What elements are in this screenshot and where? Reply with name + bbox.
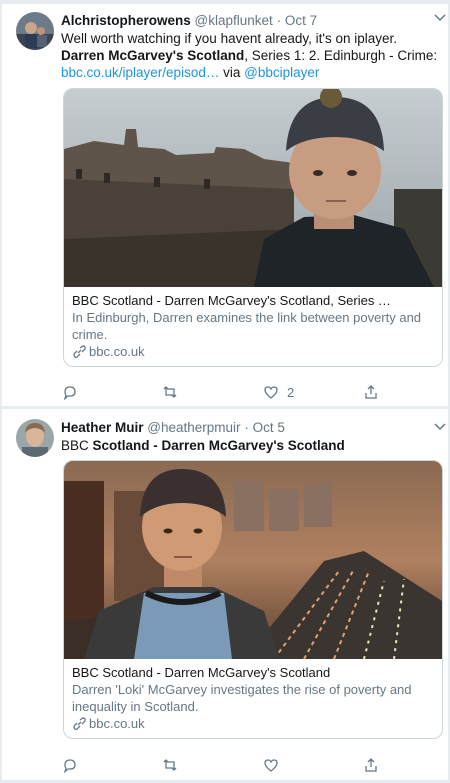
- card-description: Darren 'Loki' McGarvey investigates the …: [72, 682, 412, 714]
- like-icon: [264, 759, 278, 772]
- link-card[interactable]: BBC Scotland - Darren McGarvey's Scotlan…: [63, 460, 443, 739]
- share-button[interactable]: [363, 384, 379, 400]
- chevron-down-icon[interactable]: [434, 14, 446, 22]
- card-title: BBC Scotland - Darren McGarvey's Scotlan…: [72, 665, 331, 680]
- tweet-text-bold: Scotland - Darren McGarvey's Scotland: [92, 438, 345, 453]
- mention-link[interactable]: @bbciplayer: [244, 65, 319, 80]
- card-domain-text: bbc.co.uk: [89, 716, 145, 731]
- share-button[interactable]: [363, 757, 379, 773]
- card-image: [64, 89, 442, 287]
- author-handle[interactable]: @heatherpmuir: [147, 420, 240, 435]
- link-icon: [73, 716, 86, 730]
- tweet-text-via: via: [219, 65, 245, 80]
- tweet-text: BBC Scotland - Darren McGarvey's Scotlan…: [61, 437, 440, 454]
- tweet-actions: 2: [2, 384, 377, 402]
- tweet-content: Heather Muir @heatherpmuir · Oct 5 BBC S…: [61, 419, 440, 454]
- card-domain-text: bbc.co.uk: [89, 344, 145, 359]
- card-domain: bbc.co.uk: [72, 715, 434, 732]
- tweet-header: Heather Muir @heatherpmuir · Oct 5: [61, 419, 440, 437]
- retweet-icon: [163, 759, 177, 771]
- card-text: BBC Scotland - Darren McGarvey's Scotlan…: [64, 659, 442, 738]
- tweet[interactable]: Alchristopherowens @klapflunket · Oct 7 …: [2, 4, 448, 407]
- reply-icon: [63, 386, 76, 400]
- link-card[interactable]: BBC Scotland - Darren McGarvey's Scotlan…: [63, 88, 443, 367]
- like-button[interactable]: 2: [263, 384, 294, 400]
- tweet-url-link[interactable]: bbc.co.uk/iplayer/episod…: [61, 65, 219, 80]
- card-description: In Edinburgh, Darren examines the link b…: [72, 310, 422, 342]
- reply-icon: [63, 759, 76, 773]
- timeline: Alchristopherowens @klapflunket · Oct 7 …: [2, 4, 448, 781]
- like-count: 2: [287, 384, 295, 400]
- tweet-text-bold: Darren McGarvey's Scotland: [61, 48, 245, 63]
- avatar[interactable]: [16, 12, 54, 50]
- card-domain: bbc.co.uk: [72, 343, 434, 360]
- tweet-text-plain: BBC: [61, 438, 93, 453]
- author-name[interactable]: Heather Muir: [61, 420, 144, 435]
- separator-dot: ·: [244, 420, 249, 435]
- tweet-header: Alchristopherowens @klapflunket · Oct 7: [61, 12, 440, 30]
- avatar[interactable]: [16, 419, 54, 457]
- separator-dot: ·: [276, 13, 282, 28]
- tweet-date[interactable]: Oct 7: [285, 13, 317, 28]
- tweet-text-mid: , Series 1: 2. Edinburgh - Crime:: [244, 48, 438, 63]
- card-title: BBC Scotland - Darren McGarvey's Scotlan…: [72, 293, 391, 308]
- tweet-text-line1: Well worth watching if you havent alread…: [61, 31, 397, 46]
- share-icon: [365, 758, 377, 772]
- reply-button[interactable]: [62, 757, 86, 773]
- tweet-content: Alchristopherowens @klapflunket · Oct 7 …: [61, 12, 440, 81]
- card-text: BBC Scotland - Darren McGarvey's Scotlan…: [64, 287, 442, 366]
- share-icon: [365, 385, 377, 399]
- tweet-text: Well worth watching if you havent alread…: [61, 30, 440, 81]
- tweet-actions: [2, 757, 377, 775]
- like-icon: [264, 386, 278, 399]
- tweet-date[interactable]: Oct 5: [253, 420, 285, 435]
- link-icon: [73, 344, 86, 358]
- tweet[interactable]: Heather Muir @heatherpmuir · Oct 5 BBC S…: [2, 408, 448, 781]
- reply-button[interactable]: [62, 384, 86, 400]
- card-image: [64, 461, 442, 659]
- author-handle[interactable]: @klapflunket: [195, 13, 273, 28]
- author-name[interactable]: Alchristopherowens: [61, 13, 191, 28]
- chevron-down-icon[interactable]: [434, 423, 446, 431]
- like-button[interactable]: [263, 757, 287, 773]
- retweet-button[interactable]: [162, 384, 186, 400]
- retweet-icon: [163, 386, 177, 398]
- retweet-button[interactable]: [162, 757, 186, 773]
